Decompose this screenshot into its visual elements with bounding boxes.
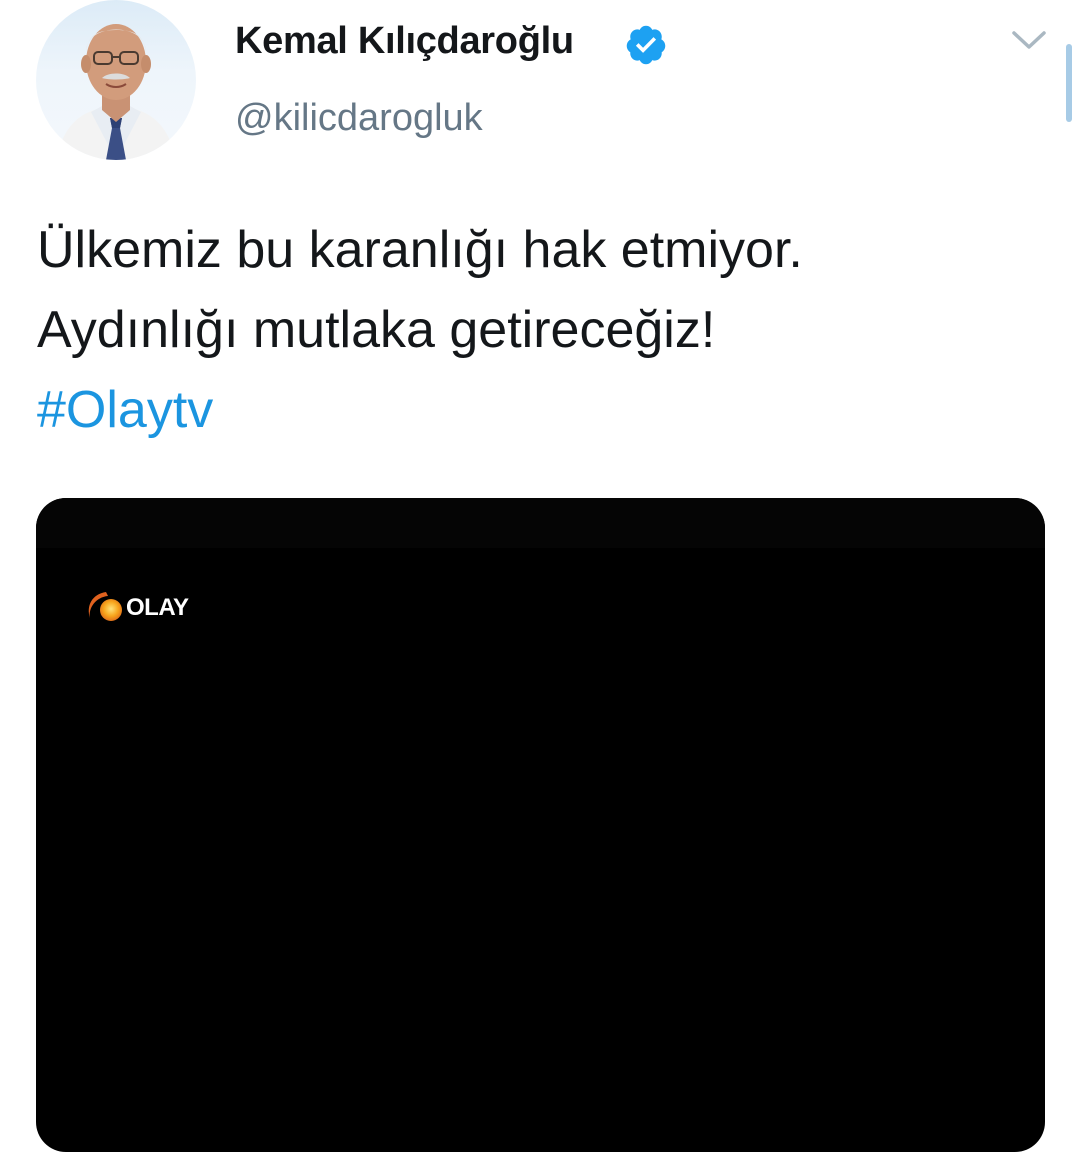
tweet-text-line: Ülkemiz bu karanlığı hak etmiyor. [37,221,803,279]
tweet-text: Ülkemiz bu karanlığı hak etmiyor. Aydınl… [37,210,1047,450]
author-display-name[interactable]: Kemal Kılıçdaroğlu [235,20,574,63]
verified-badge-icon [626,25,666,65]
profile-photo [56,24,176,160]
hashtag-link[interactable]: #Olaytv [37,381,213,439]
scrollbar[interactable] [1066,44,1072,122]
chevron-down-icon[interactable] [1010,28,1048,52]
author-handle[interactable]: @kilicdarogluk [235,97,483,140]
olay-logo: OLAY [86,588,189,628]
media-top-band [36,498,1045,548]
olay-sun-icon [88,592,122,621]
tweet-text-line: Aydınlığı mutlaka getireceğiz! [37,301,716,359]
tweet-media[interactable]: OLAY [36,498,1045,1152]
olay-logo-text: OLAY [126,594,189,621]
avatar[interactable] [36,0,196,160]
